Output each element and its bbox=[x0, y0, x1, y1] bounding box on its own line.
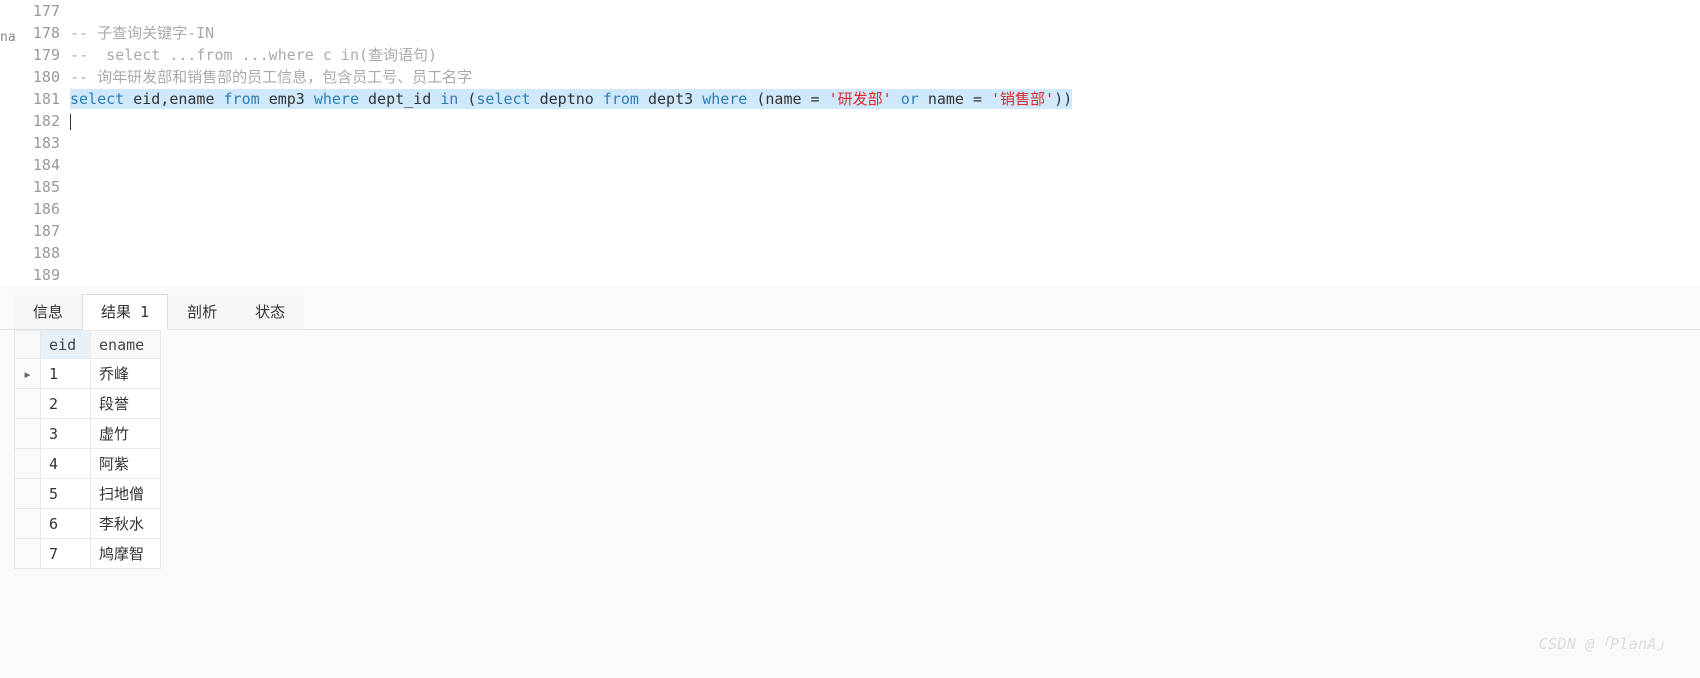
row-marker bbox=[15, 479, 41, 509]
table-row[interactable]: 6李秋水 bbox=[15, 509, 161, 539]
code-line-177 bbox=[70, 0, 1700, 22]
row-marker bbox=[15, 539, 41, 569]
cell-ename[interactable]: 李秋水 bbox=[91, 509, 161, 539]
cell-ename[interactable]: 段誉 bbox=[91, 389, 161, 419]
cell-ename[interactable]: 扫地僧 bbox=[91, 479, 161, 509]
row-marker-header bbox=[15, 331, 41, 359]
cell-ename[interactable]: 阿紫 bbox=[91, 449, 161, 479]
cell-eid[interactable]: 7 bbox=[41, 539, 91, 569]
cell-ename[interactable]: 虚竹 bbox=[91, 419, 161, 449]
row-marker bbox=[15, 449, 41, 479]
row-marker bbox=[15, 419, 41, 449]
code-line-179: -- select ...from ...where c in(查询语句) bbox=[70, 44, 1700, 66]
csdn-watermark: CSDN @「PlanA」 bbox=[1539, 633, 1672, 654]
column-header-ename[interactable]: ename bbox=[91, 331, 161, 359]
code-area[interactable]: -- 子查询关键字-IN -- select ...from ...where … bbox=[70, 0, 1700, 286]
tab-status[interactable]: 状态 bbox=[236, 294, 304, 329]
table-row[interactable]: 2段誉 bbox=[15, 389, 161, 419]
table-row[interactable]: 5扫地僧 bbox=[15, 479, 161, 509]
cell-eid[interactable]: 3 bbox=[41, 419, 91, 449]
cell-eid[interactable]: 5 bbox=[41, 479, 91, 509]
table-row[interactable]: 7鸠摩智 bbox=[15, 539, 161, 569]
result-tabs: 信息 结果 1 剖析 状态 bbox=[0, 294, 1700, 330]
tab-result-1[interactable]: 结果 1 bbox=[82, 294, 168, 330]
column-header-eid[interactable]: eid bbox=[41, 331, 91, 359]
cell-ename[interactable]: 乔峰 bbox=[91, 359, 161, 389]
side-hint: na bbox=[0, 30, 16, 45]
row-marker bbox=[15, 509, 41, 539]
result-grid[interactable]: eid ename ▸1乔峰2段誉3虚竹4阿紫5扫地僧6李秋水7鸠摩智 bbox=[14, 330, 161, 569]
cell-eid[interactable]: 2 bbox=[41, 389, 91, 419]
sql-editor[interactable]: 177 178 179 180 181 182 183 184 185 186 … bbox=[0, 0, 1700, 286]
cell-eid[interactable]: 4 bbox=[41, 449, 91, 479]
tab-profile[interactable]: 剖析 bbox=[168, 294, 236, 329]
table-row[interactable]: 4阿紫 bbox=[15, 449, 161, 479]
cell-eid[interactable]: 1 bbox=[41, 359, 91, 389]
row-marker: ▸ bbox=[15, 359, 41, 389]
code-line-178: -- 子查询关键字-IN bbox=[70, 22, 1700, 44]
tab-info[interactable]: 信息 bbox=[14, 294, 82, 329]
code-line-182 bbox=[70, 110, 1700, 132]
code-line-180: -- 询年研发部和销售部的员工信息，包含员工号、员工名字 bbox=[70, 66, 1700, 88]
text-cursor bbox=[70, 114, 71, 130]
row-marker bbox=[15, 389, 41, 419]
table-row[interactable]: ▸1乔峰 bbox=[15, 359, 161, 389]
table-row[interactable]: 3虚竹 bbox=[15, 419, 161, 449]
cell-eid[interactable]: 6 bbox=[41, 509, 91, 539]
code-line-181: select eid,ename from emp3 where dept_id… bbox=[70, 88, 1700, 110]
cell-ename[interactable]: 鸠摩智 bbox=[91, 539, 161, 569]
